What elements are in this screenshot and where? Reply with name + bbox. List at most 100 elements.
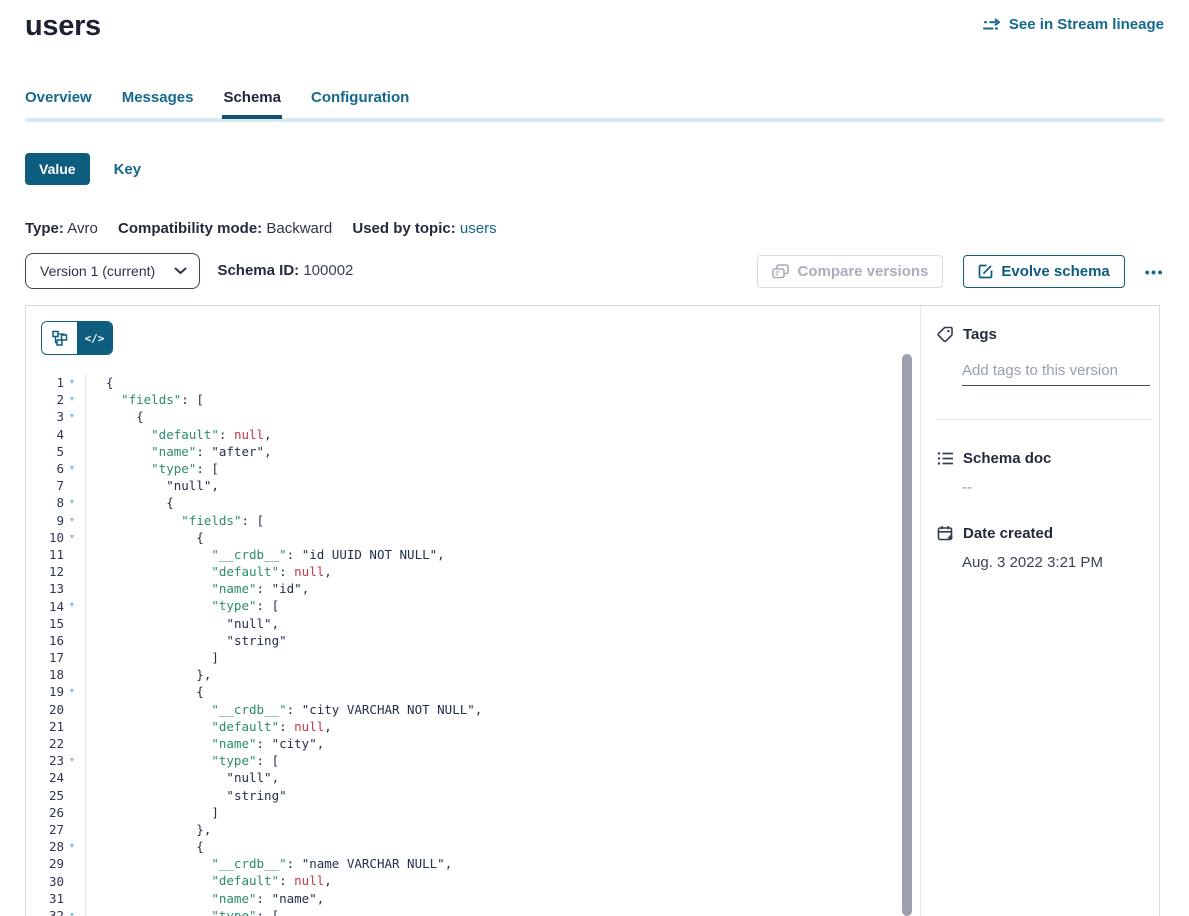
fold-arrow-icon[interactable]: ▼ bbox=[64, 391, 80, 408]
code-text: ] bbox=[85, 649, 920, 666]
compatibility-value: Backward bbox=[266, 220, 332, 237]
code-text: "type": [ bbox=[85, 752, 920, 769]
schema-panel: </> 1▼{2▼ "fields": [3▼ {4 "default": nu… bbox=[25, 305, 1160, 916]
code-text: "__crdb__": "name VARCHAR NULL", bbox=[85, 855, 920, 872]
line-number: 20 bbox=[26, 702, 64, 717]
schema-code-editor[interactable]: 1▼{2▼ "fields": [3▼ {4 "default": null,5… bbox=[26, 374, 920, 916]
code-line: 8▼ { bbox=[26, 494, 920, 511]
value-tab-button[interactable]: Value bbox=[25, 153, 90, 185]
line-number: 4 bbox=[26, 427, 64, 442]
code-line: 25 "string" bbox=[26, 787, 920, 804]
code-line: 13 "name": "id", bbox=[26, 580, 920, 597]
line-number: 15 bbox=[26, 616, 64, 631]
code-line: 18 }, bbox=[26, 666, 920, 683]
more-actions-button[interactable]: ••• bbox=[1145, 264, 1164, 280]
tab-schema[interactable]: Schema bbox=[223, 89, 281, 119]
code-line: 31 "name": "name", bbox=[26, 890, 920, 907]
calendar-add-icon bbox=[937, 525, 954, 542]
fold-arrow-icon[interactable]: ▼ bbox=[64, 683, 80, 700]
used-by-topic-label: Used by topic: bbox=[352, 220, 455, 237]
code-text: "__crdb__": "id UUID NOT NULL", bbox=[85, 546, 920, 563]
code-text: "default": null, bbox=[85, 563, 920, 580]
add-tags-input[interactable] bbox=[962, 360, 1150, 386]
tag-icon bbox=[937, 326, 954, 343]
tree-view-icon bbox=[52, 330, 68, 346]
code-text: "__crdb__": "city VARCHAR NOT NULL", bbox=[85, 701, 920, 718]
code-line: 24 "null", bbox=[26, 769, 920, 786]
key-tab-link[interactable]: Key bbox=[114, 161, 142, 178]
code-line: 15 "null", bbox=[26, 615, 920, 632]
sidebar-divider bbox=[937, 419, 1150, 420]
chevron-down-icon bbox=[174, 267, 187, 275]
line-number: 31 bbox=[26, 891, 64, 906]
version-select[interactable]: Version 1 (current) bbox=[25, 253, 200, 289]
code-line: 9▼ "fields": [ bbox=[26, 512, 920, 529]
code-line: 27 }, bbox=[26, 821, 920, 838]
code-line: 22 "name": "city", bbox=[26, 735, 920, 752]
type-label: Type: bbox=[25, 220, 64, 237]
fold-arrow-icon[interactable]: ▼ bbox=[64, 838, 80, 855]
code-text: "default": null, bbox=[85, 872, 920, 889]
line-number: 2 bbox=[26, 392, 64, 407]
code-line: 5 "name": "after", bbox=[26, 443, 920, 460]
fold-arrow-icon[interactable]: ▼ bbox=[64, 408, 80, 425]
fold-arrow-icon[interactable]: ▼ bbox=[64, 752, 80, 769]
tab-overview[interactable]: Overview bbox=[25, 89, 92, 119]
code-text: { bbox=[85, 529, 920, 546]
schema-page: users See in Stream lineage Overview Mess… bbox=[0, 0, 1189, 916]
code-text: "name": "id", bbox=[85, 580, 920, 597]
code-text: { bbox=[85, 374, 920, 391]
line-number: 8 bbox=[26, 495, 64, 510]
line-number: 26 bbox=[26, 805, 64, 820]
code-line: 26 ] bbox=[26, 804, 920, 821]
code-text: "null", bbox=[85, 769, 920, 786]
schema-meta: Type: Avro Compatibility mode: Backward … bbox=[25, 220, 513, 237]
fold-arrow-icon[interactable]: ▼ bbox=[64, 512, 80, 529]
compatibility-label: Compatibility mode: bbox=[118, 220, 262, 237]
line-number: 24 bbox=[26, 770, 64, 785]
line-number: 5 bbox=[26, 444, 64, 459]
code-text: "name": "city", bbox=[85, 735, 920, 752]
tab-configuration[interactable]: Configuration bbox=[311, 89, 409, 119]
compare-versions-button[interactable]: Compare versions bbox=[757, 255, 943, 288]
code-view-button[interactable]: </> bbox=[77, 322, 112, 354]
code-text: "name": "after", bbox=[85, 443, 920, 460]
code-text: "null", bbox=[85, 477, 920, 494]
code-text: }, bbox=[85, 666, 920, 683]
code-text: "default": null, bbox=[85, 718, 920, 735]
fold-arrow-icon[interactable]: ▼ bbox=[64, 907, 80, 916]
value-key-toggle: Value Key bbox=[25, 153, 141, 185]
fold-arrow-icon[interactable]: ▼ bbox=[64, 460, 80, 477]
line-number: 29 bbox=[26, 856, 64, 871]
line-number: 3 bbox=[26, 409, 64, 424]
fold-arrow-icon[interactable]: ▼ bbox=[64, 374, 80, 391]
code-line: 28▼ { bbox=[26, 838, 920, 855]
line-number: 22 bbox=[26, 736, 64, 751]
code-text: "name": "name", bbox=[85, 890, 920, 907]
tab-messages[interactable]: Messages bbox=[122, 89, 194, 119]
code-line: 3▼ { bbox=[26, 408, 920, 425]
see-in-stream-lineage-link[interactable]: See in Stream lineage bbox=[983, 16, 1164, 33]
code-line: 20 "__crdb__": "city VARCHAR NOT NULL", bbox=[26, 701, 920, 718]
tab-bar: Overview Messages Schema Configuration bbox=[25, 89, 1164, 122]
date-created-title: Date created bbox=[963, 525, 1053, 542]
fold-arrow-icon[interactable]: ▼ bbox=[64, 529, 80, 546]
code-line: 21 "default": null, bbox=[26, 718, 920, 735]
line-number: 18 bbox=[26, 667, 64, 682]
code-line: 7 "null", bbox=[26, 477, 920, 494]
code-text: { bbox=[85, 838, 920, 855]
fold-arrow-icon[interactable]: ▼ bbox=[64, 597, 80, 614]
line-number: 12 bbox=[26, 564, 64, 579]
topic-link[interactable]: users bbox=[460, 220, 497, 237]
fold-arrow-icon[interactable]: ▼ bbox=[64, 494, 80, 511]
tree-view-button[interactable] bbox=[42, 322, 77, 354]
code-text: "fields": [ bbox=[85, 512, 920, 529]
edit-schema-icon bbox=[978, 264, 993, 279]
code-line: 32▼ "type": [ bbox=[26, 907, 920, 916]
evolve-schema-button[interactable]: Evolve schema bbox=[963, 255, 1124, 288]
code-line: 12 "default": null, bbox=[26, 563, 920, 580]
editor-scrollbar[interactable] bbox=[902, 354, 912, 916]
line-number: 14 bbox=[26, 599, 64, 614]
schema-sidebar: Tags Schema doc -- bbox=[920, 306, 1160, 916]
code-line: 30 "default": null, bbox=[26, 872, 920, 889]
